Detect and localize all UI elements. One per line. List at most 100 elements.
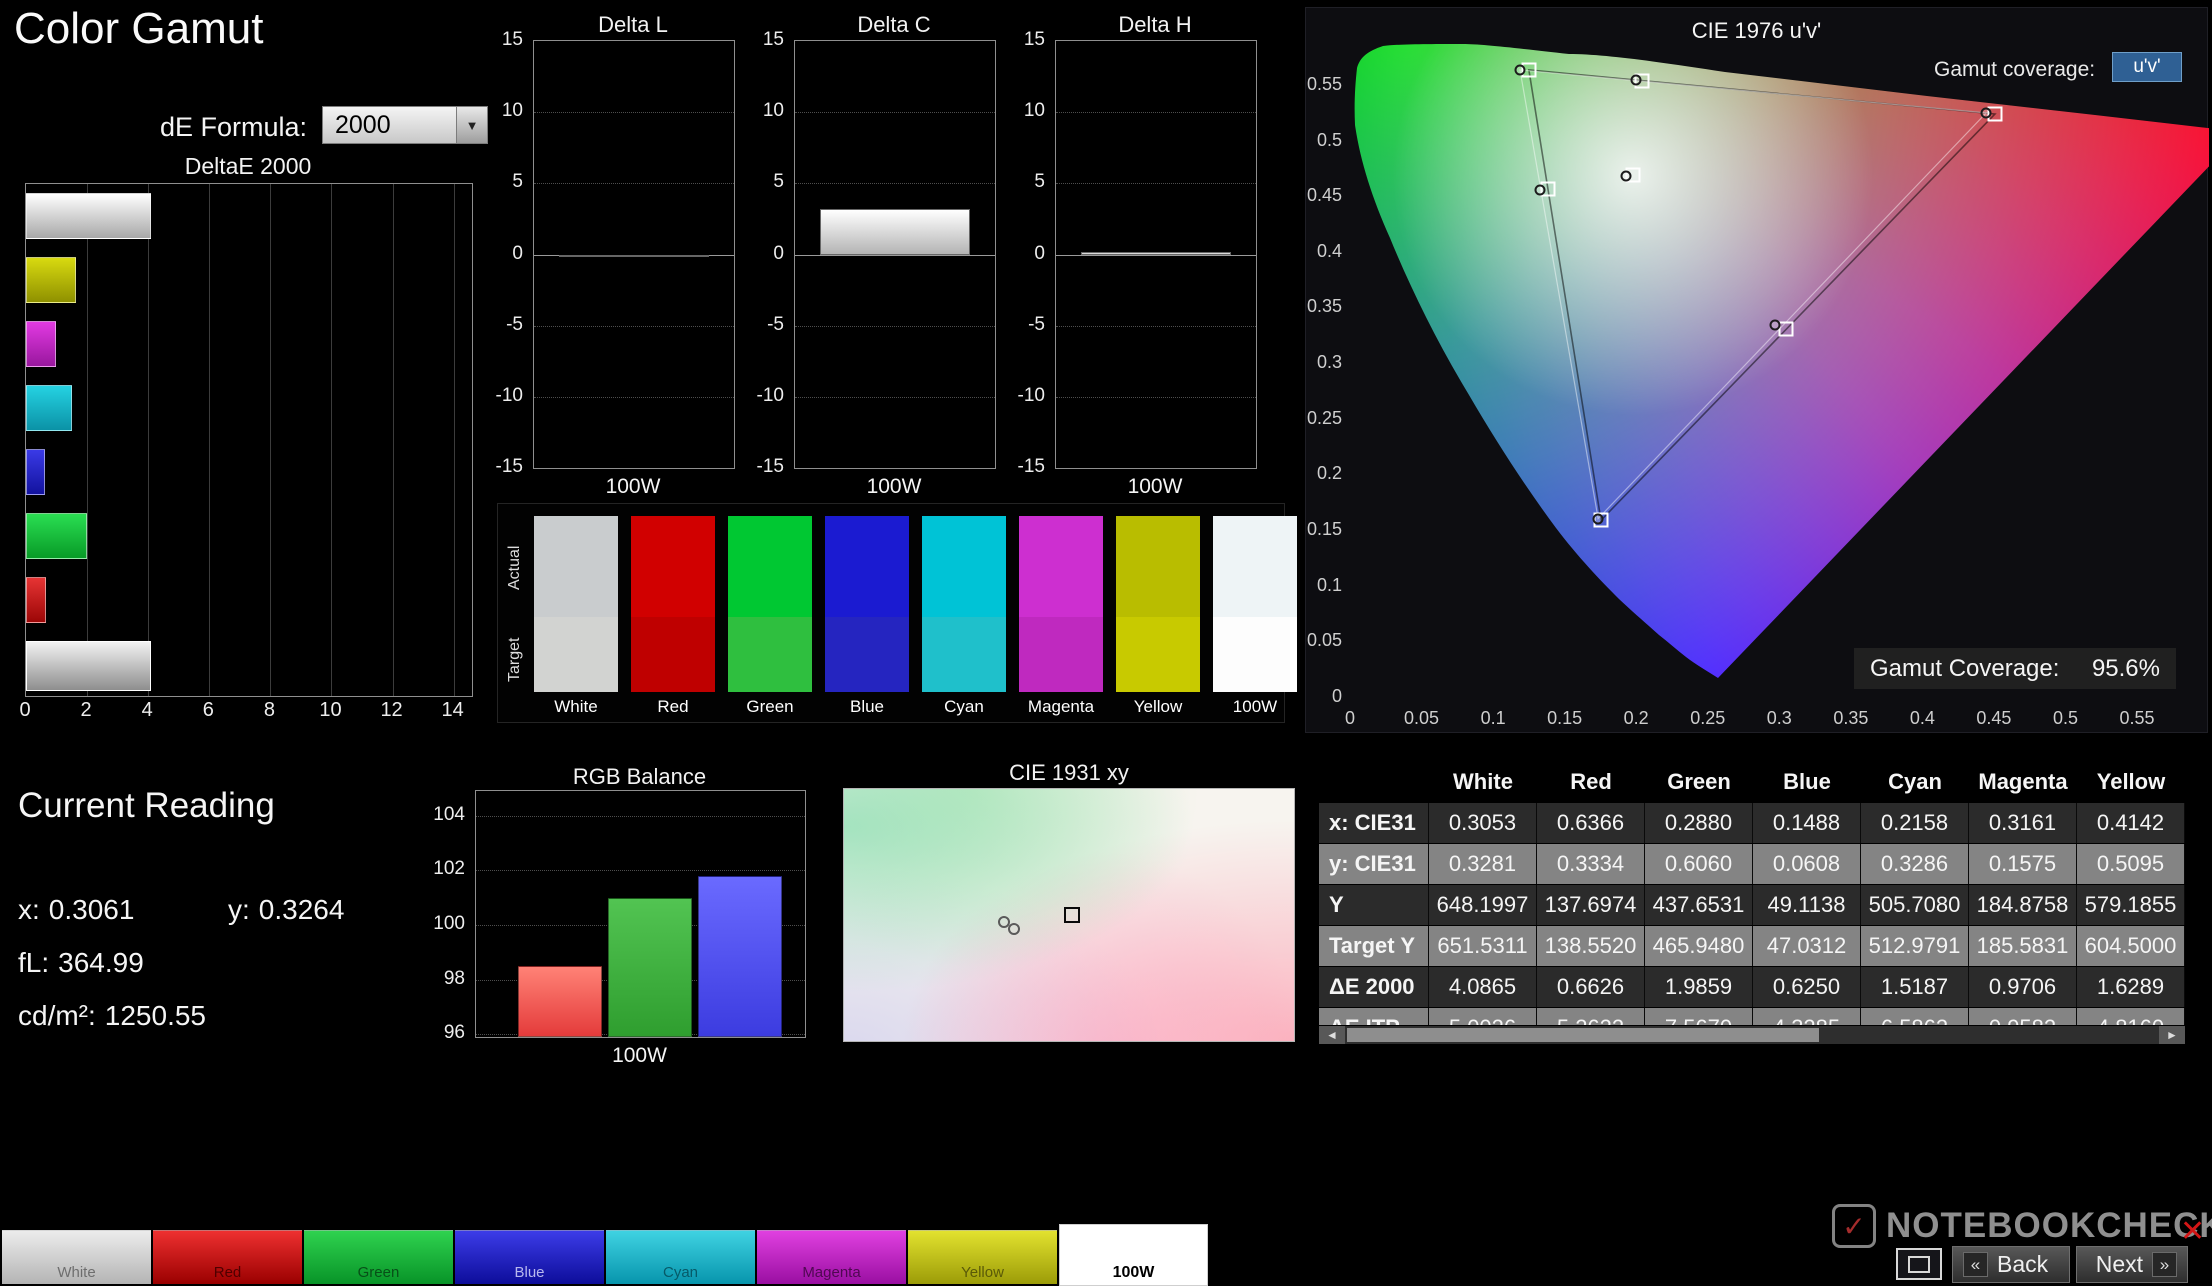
y-tick-label: 15 <box>1023 29 1045 50</box>
de-formula-dropdown[interactable]: 2000 ▼ <box>322 106 488 144</box>
patch-tab-strip: White Red Green Blue Cyan Magenta Yellow 100W <box>2 1224 1208 1286</box>
deltae-chart <box>25 183 473 697</box>
delta-h-title: Delta H <box>1118 12 1192 37</box>
measured-marker-magenta <box>1769 319 1781 331</box>
tab-label: Yellow <box>961 1264 1004 1281</box>
gamut-coverage-value: 95.6% <box>2091 654 2160 682</box>
delta-c-chart <box>794 40 996 469</box>
table-cell: 0.1488 <box>1753 803 1861 843</box>
table-cell: 6.5862 <box>1861 1008 1969 1025</box>
swatch-label: Red <box>657 697 689 716</box>
tab-blue[interactable]: Blue <box>455 1230 604 1284</box>
de-formula-label: dE Formula: <box>160 112 308 142</box>
row-label: x: CIE31 <box>1319 803 1429 843</box>
table-cell: 5.0026 <box>1429 1008 1537 1025</box>
column-header: Cyan <box>1861 762 1969 802</box>
measurement-table: White Red Green Blue Cyan Magenta Yellow x: CI… <box>1319 762 2185 1044</box>
y-tick-label: 98 <box>443 967 465 989</box>
scroll-left-arrow-icon[interactable]: ◄ <box>1319 1026 1345 1044</box>
scrollbar-thumb[interactable] <box>1347 1028 1820 1042</box>
gridline <box>1056 183 1256 185</box>
notebookcheck-logo-text: NOTEBOOKCHECK <box>1886 1206 2212 1245</box>
x-tick-label: 14 <box>441 699 464 721</box>
window-layout-icon[interactable] <box>1896 1248 1942 1280</box>
delta-h-y-axis: 15 10 5 0 -5 -10 -15 <box>1009 29 1051 477</box>
current-reading-x: x: 0.3061 <box>18 894 134 926</box>
y-tick-label: 0 <box>1034 242 1045 264</box>
y-tick-label: 15 <box>762 29 784 50</box>
table-row: Target Y 651.5311 138.5520 465.9480 47.0312 5… <box>1319 926 2185 967</box>
x-label: x: <box>18 894 40 925</box>
y-tick-label: 0 <box>773 242 784 264</box>
table-cell: 1.9859 <box>1645 967 1753 1007</box>
measured-marker-white <box>1620 170 1632 182</box>
y-tick-label: -15 <box>495 456 523 477</box>
swatch-target <box>1213 617 1297 692</box>
tab-white[interactable]: White <box>2 1230 151 1284</box>
measured-marker-green <box>1514 64 1526 76</box>
check-icon: ✓ <box>1842 1210 1866 1242</box>
table-cell: 47.0312 <box>1753 926 1861 966</box>
page-title: Color Gamut <box>14 4 264 53</box>
swatch-actual <box>922 516 1006 617</box>
next-button[interactable]: Next » <box>2076 1246 2188 1283</box>
measured-marker-red <box>1980 107 1992 119</box>
tab-label: 100W <box>1112 1264 1155 1281</box>
y-tick-label: -10 <box>756 384 784 406</box>
x-tick-label: 8 <box>263 699 275 721</box>
gridline <box>534 112 734 114</box>
swatch-column-magenta: Magenta <box>1019 516 1103 717</box>
table-cell: 0.0608 <box>1753 844 1861 884</box>
scrollbar-track[interactable] <box>1345 1026 2159 1044</box>
swatch-target <box>825 617 909 692</box>
swatch-actual <box>1213 516 1297 617</box>
tab-cyan[interactable]: Cyan <box>606 1230 755 1284</box>
y-tick-label: 10 <box>1023 100 1045 122</box>
tab-label: Blue <box>514 1264 545 1281</box>
back-button[interactable]: « Back <box>1952 1246 2070 1283</box>
swatch-actual <box>1116 516 1200 617</box>
tab-green[interactable]: Green <box>304 1230 453 1284</box>
tab-magenta[interactable]: Magenta <box>757 1230 906 1284</box>
table-row: y: CIE31 0.3281 0.3334 0.6060 0.0608 0.3286 0.… <box>1319 844 2185 885</box>
tab-red[interactable]: Red <box>153 1230 302 1284</box>
y-tick-label: 0 <box>512 242 523 264</box>
swatch-column-100w: 100W <box>1213 516 1297 717</box>
table-cell: 437.6531 <box>1645 885 1753 925</box>
y-tick-label: 5 <box>512 171 523 193</box>
table-row: x: CIE31 0.3053 0.6366 0.2880 0.1488 0.2158 0.… <box>1319 803 2185 844</box>
delta-l-title: Delta L <box>598 12 668 37</box>
delta-c-title: Delta C <box>857 12 931 37</box>
current-reading-y: y: 0.3264 <box>228 894 344 926</box>
tab-yellow[interactable]: Yellow <box>908 1230 1057 1284</box>
table-scrollbar[interactable]: ◄ ► <box>1319 1025 2185 1044</box>
measured-marker-cyan <box>1534 184 1546 196</box>
gridline <box>476 870 805 872</box>
swatch-actual <box>1019 516 1103 617</box>
table-cell: 0.3281 <box>1429 844 1537 884</box>
gridline <box>795 183 995 185</box>
swatch-column-green: Green <box>728 516 812 717</box>
tab-100w[interactable]: 100W <box>1059 1224 1208 1286</box>
close-icon[interactable]: ✕ <box>2180 1214 2205 1249</box>
tab-label: Magenta <box>802 1264 861 1281</box>
x-tick-label: 0 <box>19 699 31 721</box>
column-header: Magenta <box>1969 762 2077 802</box>
table-body: x: CIE31 0.3053 0.6366 0.2880 0.1488 0.2158 0.… <box>1319 803 2185 1025</box>
row-label: ΔE ITP <box>1319 1008 1429 1025</box>
dc-bar <box>820 208 970 255</box>
deltae-bar-blue <box>26 449 46 495</box>
deltae-x-axis: 0 2 4 6 8 10 12 14 <box>19 699 471 725</box>
y-tick-label: -15 <box>756 456 784 477</box>
swatch-target <box>1019 617 1103 692</box>
next-chevron-icon: » <box>2152 1252 2177 1277</box>
swatch-columns: White Red Green Blue Cyan Magenta Yellow 100W <box>534 516 1297 717</box>
rgb-bar-red <box>518 965 602 1037</box>
y-tick-label: 102 <box>433 858 465 880</box>
column-header: Red <box>1537 762 1645 802</box>
scroll-right-arrow-icon[interactable]: ► <box>2159 1026 2185 1044</box>
notebookcheck-watermark: ✓ NOTEBOOKCHECK <box>1832 1204 2212 1248</box>
swatch-label: Yellow <box>1133 697 1183 716</box>
y-tick-label: -15 <box>1017 456 1045 477</box>
gridline <box>1056 112 1256 114</box>
